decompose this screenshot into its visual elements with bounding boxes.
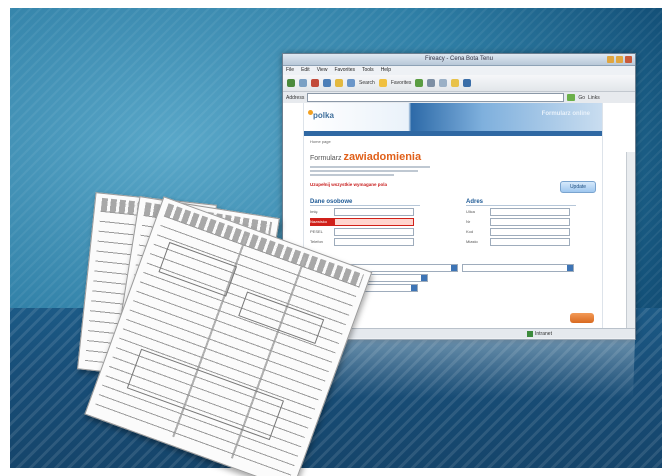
go-button-label[interactable]: Go bbox=[578, 95, 585, 101]
text-line bbox=[310, 174, 394, 176]
print-icon[interactable] bbox=[439, 79, 448, 87]
address-section: Adres Ulica Nr Kod Miasto bbox=[466, 199, 576, 246]
form-row: Nr bbox=[466, 217, 576, 226]
window-titlebar: Fireacy - Cena Bota Tenu bbox=[283, 54, 635, 66]
window-title: Fireacy - Cena Bota Tenu bbox=[425, 56, 493, 62]
text-line bbox=[310, 166, 430, 168]
history-icon[interactable] bbox=[415, 79, 424, 87]
form-row-error: Nazwisko bbox=[310, 217, 420, 226]
page-title-prefix: Formularz bbox=[310, 155, 342, 162]
search-button-label[interactable]: Search bbox=[359, 80, 375, 86]
personal-section-title: Dane osobowe bbox=[310, 199, 420, 206]
postal-code-field[interactable] bbox=[490, 227, 570, 236]
menu-view[interactable]: View bbox=[317, 66, 328, 75]
number-field[interactable] bbox=[490, 217, 570, 226]
breadcrumb[interactable]: Home page bbox=[310, 139, 602, 144]
submit-button[interactable] bbox=[570, 313, 594, 323]
scrollbar[interactable] bbox=[626, 152, 635, 329]
first-name-field[interactable] bbox=[334, 207, 414, 216]
forward-icon[interactable] bbox=[299, 79, 307, 87]
last-name-field[interactable] bbox=[334, 217, 414, 226]
form-row: Imię bbox=[310, 207, 420, 216]
back-icon[interactable] bbox=[287, 79, 295, 87]
refresh-icon[interactable] bbox=[323, 79, 331, 87]
field-label: Miasto bbox=[466, 239, 478, 244]
menu-bar: File Edit View Favorites Tools Help bbox=[283, 66, 635, 75]
field-label: PESEL bbox=[310, 229, 323, 234]
page-title-highlight: zawiadomienia bbox=[343, 151, 422, 163]
update-button[interactable]: Update bbox=[560, 181, 596, 193]
form-row: Ulica bbox=[466, 207, 576, 216]
text-line bbox=[310, 170, 418, 172]
favorites-button-label[interactable]: Favorites bbox=[391, 80, 412, 86]
form-row: Kod bbox=[466, 227, 576, 236]
intro-paragraph bbox=[310, 166, 430, 176]
minimize-icon[interactable] bbox=[607, 56, 614, 63]
form-row: PESEL bbox=[310, 227, 420, 236]
menu-file[interactable]: File bbox=[286, 66, 294, 75]
stop-icon[interactable] bbox=[311, 79, 319, 87]
personal-section: Dane osobowe Imię Nazwisko PESEL Telefon bbox=[310, 199, 420, 246]
dropdown-select[interactable] bbox=[462, 264, 574, 272]
site-banner: polka Formularz online bbox=[304, 103, 602, 131]
field-label: Imię bbox=[310, 209, 318, 214]
page-title: Formularz zawiadomienia bbox=[310, 151, 602, 163]
maximize-icon[interactable] bbox=[616, 56, 623, 63]
zone-icon bbox=[527, 331, 533, 337]
city-field[interactable] bbox=[490, 237, 570, 246]
site-nav[interactable] bbox=[304, 131, 602, 136]
menu-help[interactable]: Help bbox=[381, 66, 391, 75]
field-label: Kod bbox=[466, 229, 474, 234]
go-icon[interactable] bbox=[567, 94, 576, 101]
window-controls bbox=[607, 56, 632, 63]
site-logo[interactable]: polka bbox=[313, 111, 334, 120]
illustration: Fireacy - Cena Bota Tenu File Edit View … bbox=[0, 0, 672, 476]
address-section-title: Adres bbox=[466, 199, 576, 206]
links-label[interactable]: Links bbox=[588, 95, 600, 101]
field-label: Ulica bbox=[466, 209, 475, 214]
banner-text: Formularz online bbox=[541, 111, 590, 117]
field-label: Nazwisko bbox=[310, 217, 334, 226]
mail-icon[interactable] bbox=[427, 79, 436, 87]
form-row: Miasto bbox=[466, 237, 576, 246]
address-input[interactable] bbox=[307, 93, 565, 102]
folder-icon[interactable] bbox=[451, 79, 460, 87]
field-label: Nr bbox=[466, 219, 471, 224]
search-icon[interactable] bbox=[347, 79, 355, 87]
field-label: Telefon bbox=[310, 239, 323, 244]
home-icon[interactable] bbox=[335, 79, 343, 87]
close-icon[interactable] bbox=[625, 56, 632, 63]
menu-edit[interactable]: Edit bbox=[301, 66, 310, 75]
error-message: Uzupełnij wszystkie wymagane pola bbox=[310, 182, 388, 187]
menu-tools[interactable]: Tools bbox=[362, 66, 374, 75]
form-sections: Dane osobowe Imię Nazwisko PESEL Telefon… bbox=[310, 199, 594, 249]
street-field[interactable] bbox=[490, 207, 570, 216]
address-label: Address bbox=[286, 94, 305, 101]
menu-favorites[interactable]: Favorites bbox=[334, 66, 355, 75]
pesel-field[interactable] bbox=[334, 227, 414, 236]
browser-toolbar: Search Favorites bbox=[283, 75, 635, 92]
phone-field[interactable] bbox=[334, 237, 414, 246]
edit-icon[interactable] bbox=[463, 79, 472, 87]
favorites-icon[interactable] bbox=[378, 79, 387, 87]
form-row: Telefon bbox=[310, 237, 420, 246]
